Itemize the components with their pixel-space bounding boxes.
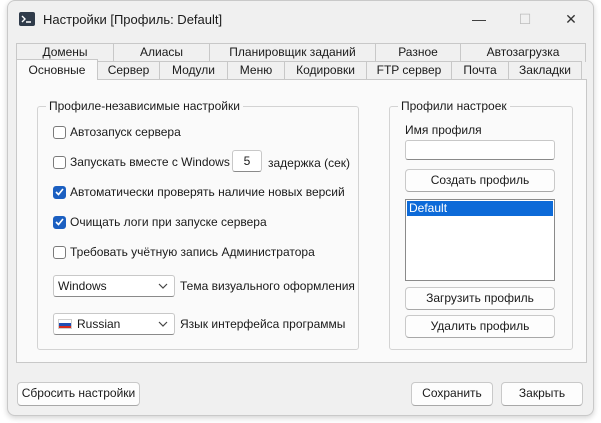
auto-check-updates-label: Автоматически проверять наличие новых ве… bbox=[70, 185, 345, 199]
language-select-value: Russian bbox=[77, 317, 121, 331]
startup-delay-label: задержка (сек) bbox=[268, 156, 350, 170]
tab-modules[interactable]: Модули bbox=[159, 61, 228, 80]
title-bar: Настройки [Профиль: Default] — ☐ ✕ bbox=[8, 1, 593, 39]
auto-check-updates-checkbox[interactable] bbox=[53, 185, 66, 199]
theme-select[interactable]: Windows bbox=[53, 275, 175, 297]
profiles-group: Профили настроек Имя профиля Создать про… bbox=[389, 99, 573, 350]
load-profile-button[interactable]: Загрузить профиль bbox=[405, 287, 555, 310]
tab-encodings[interactable]: Кодировки bbox=[284, 61, 367, 80]
start-with-windows-option[interactable]: Запускать вместе с Windows bbox=[53, 155, 230, 169]
startup-delay-input[interactable]: 5 bbox=[232, 150, 262, 172]
maximize-icon: ☐ bbox=[518, 10, 532, 27]
tab-row-top: Домены Алиасы Планировщик заданий Разное… bbox=[16, 43, 586, 62]
tab-panel-general: Профиле-независимые настройки Автозапуск… bbox=[16, 79, 587, 363]
tab-mail[interactable]: Почта bbox=[451, 61, 509, 80]
clear-logs-option[interactable]: Очищать логи при запуске сервера bbox=[53, 215, 267, 229]
chevron-down-icon bbox=[158, 321, 168, 327]
tab-scheduler[interactable]: Планировщик заданий bbox=[209, 43, 376, 62]
clear-logs-label: Очищать логи при запуске сервера bbox=[70, 215, 267, 229]
delete-profile-button[interactable]: Удалить профиль bbox=[405, 315, 555, 338]
theme-select-value: Windows bbox=[58, 279, 107, 293]
settings-window: Настройки [Профиль: Default] — ☐ ✕ Домен… bbox=[7, 0, 594, 416]
tab-general[interactable]: Основные bbox=[16, 59, 98, 80]
tab-ftp-server[interactable]: FTP сервер bbox=[366, 61, 452, 80]
theme-label: Тема визуального оформления bbox=[180, 279, 355, 293]
terminal-app-icon bbox=[19, 12, 35, 26]
language-label: Язык интерфейса программы bbox=[180, 317, 346, 331]
profile-name-label: Имя профиля bbox=[405, 123, 482, 137]
save-button[interactable]: Сохранить bbox=[411, 382, 493, 406]
russia-flag-icon bbox=[58, 319, 72, 329]
profile-independent-group: Профиле-независимые настройки Автозапуск… bbox=[37, 99, 359, 350]
group-title: Профиле-независимые настройки bbox=[46, 99, 243, 113]
auto-check-updates-option[interactable]: Автоматически проверять наличие новых ве… bbox=[53, 185, 345, 199]
require-admin-checkbox[interactable] bbox=[53, 245, 66, 259]
profiles-list[interactable]: Default bbox=[405, 199, 555, 281]
close-window-button[interactable]: ✕ bbox=[548, 1, 593, 37]
autostart-server-option[interactable]: Автозапуск сервера bbox=[53, 125, 181, 139]
language-select[interactable]: Russian bbox=[53, 313, 175, 335]
start-with-windows-checkbox[interactable] bbox=[53, 155, 66, 169]
tab-menu[interactable]: Меню bbox=[227, 61, 285, 80]
tab-bookmarks[interactable]: Закладки bbox=[508, 61, 582, 80]
tab-server[interactable]: Сервер bbox=[97, 61, 160, 80]
require-admin-label: Требовать учётную запись Администратора bbox=[70, 245, 315, 259]
profile-list-item[interactable]: Default bbox=[407, 201, 553, 216]
maximize-button: ☐ bbox=[502, 1, 548, 37]
autostart-server-checkbox[interactable] bbox=[53, 125, 66, 139]
profile-name-input[interactable] bbox=[405, 140, 555, 160]
autostart-server-label: Автозапуск сервера bbox=[70, 125, 181, 139]
require-admin-option[interactable]: Требовать учётную запись Администратора bbox=[53, 245, 315, 259]
tab-row-bottom: Основные Сервер Модули Меню Кодировки FT… bbox=[16, 59, 582, 80]
start-with-windows-label: Запускать вместе с Windows bbox=[70, 155, 230, 169]
close-button[interactable]: Закрыть bbox=[501, 382, 583, 406]
chevron-down-icon bbox=[158, 283, 168, 289]
tab-autoload[interactable]: Автозагрузка bbox=[460, 43, 586, 62]
create-profile-button[interactable]: Создать профиль bbox=[405, 169, 555, 192]
clear-logs-checkbox[interactable] bbox=[53, 215, 66, 229]
profiles-group-title: Профили настроек bbox=[398, 99, 510, 113]
tab-aliases[interactable]: Алиасы bbox=[113, 43, 210, 62]
minimize-button[interactable]: — bbox=[456, 1, 502, 37]
close-icon: ✕ bbox=[565, 10, 577, 27]
reset-settings-button[interactable]: Сбросить настройки bbox=[17, 382, 140, 406]
tab-misc[interactable]: Разное bbox=[375, 43, 461, 62]
window-title: Настройки [Профиль: Default] bbox=[43, 12, 223, 27]
minimize-icon: — bbox=[472, 11, 486, 27]
